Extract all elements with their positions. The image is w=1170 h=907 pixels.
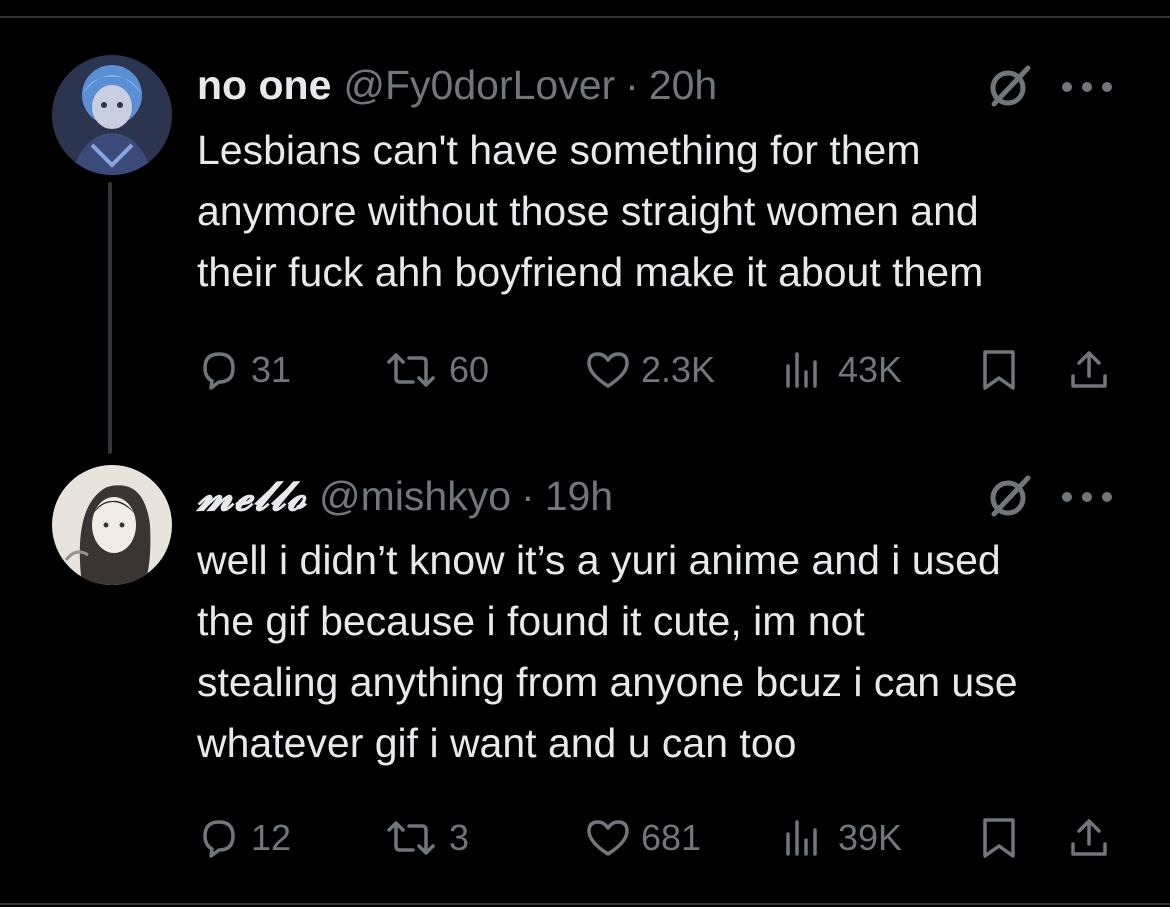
like-count: 681 xyxy=(641,817,702,858)
views-count: 43K xyxy=(838,349,903,390)
repost-button[interactable]: 60 xyxy=(383,346,489,394)
views-icon xyxy=(786,352,817,388)
user-handle[interactable]: @mishkyo xyxy=(319,473,511,520)
like-button[interactable]: 2.3K xyxy=(585,346,715,394)
tweet-text: Lesbians can't have something for them a… xyxy=(197,127,984,295)
display-name[interactable]: 𝓶𝓮𝓵𝓵𝓸 xyxy=(197,472,307,521)
action-bar: 31 60 2.3K 43K xyxy=(197,346,1127,394)
heart-icon xyxy=(587,820,629,856)
avatar-image xyxy=(52,55,172,175)
reply-button[interactable]: 31 xyxy=(197,346,291,394)
timestamp[interactable]: 20h xyxy=(649,62,717,109)
repost-count: 3 xyxy=(449,817,470,858)
more-icon[interactable] xyxy=(1062,490,1112,504)
reply-count: 31 xyxy=(251,349,292,390)
like-button[interactable]: 681 xyxy=(585,814,701,862)
bookmark-button[interactable] xyxy=(979,814,1029,862)
tweet-header: no one @Fy0dorLover · 20h xyxy=(197,62,717,112)
grok-icon[interactable] xyxy=(986,472,1034,520)
share-icon xyxy=(1071,351,1107,388)
share-button[interactable] xyxy=(1067,814,1121,862)
bottom-divider xyxy=(0,903,1170,905)
tweet-text: well i didn’t know it’s a yuri anime and… xyxy=(197,537,1018,766)
bookmark-icon xyxy=(983,350,1015,390)
reply-icon xyxy=(203,352,235,390)
grok-icon[interactable] xyxy=(986,62,1034,110)
bookmark-icon xyxy=(983,818,1015,858)
thread-connector-line xyxy=(108,182,112,454)
views-button[interactable]: 39K xyxy=(782,814,902,862)
repost-icon xyxy=(387,821,435,855)
like-count: 2.3K xyxy=(641,349,716,390)
avatar[interactable] xyxy=(52,55,172,175)
reply-button[interactable]: 12 xyxy=(197,814,291,862)
user-handle[interactable]: @Fy0dorLover xyxy=(343,62,615,109)
views-count: 39K xyxy=(838,817,903,858)
repost-count: 60 xyxy=(449,349,490,390)
repost-button[interactable]: 3 xyxy=(383,814,469,862)
avatar[interactable] xyxy=(52,465,172,585)
views-button[interactable]: 43K xyxy=(782,346,902,394)
action-bar: 12 3 681 39K xyxy=(197,814,1127,862)
display-name[interactable]: no one xyxy=(197,62,331,109)
reply-count: 12 xyxy=(251,817,292,858)
reply-icon xyxy=(203,820,235,858)
tweet-header: 𝓶𝓮𝓵𝓵𝓸 @mishkyo · 19h xyxy=(197,472,613,522)
top-divider xyxy=(0,16,1170,18)
views-icon xyxy=(786,820,817,856)
repost-icon xyxy=(387,353,435,387)
timestamp[interactable]: 19h xyxy=(545,473,613,520)
more-icon[interactable] xyxy=(1062,80,1112,94)
heart-icon xyxy=(587,352,629,388)
share-icon xyxy=(1071,819,1107,856)
bookmark-button[interactable] xyxy=(979,346,1029,394)
separator-dot: · xyxy=(625,62,639,108)
avatar-image xyxy=(52,465,172,585)
share-button[interactable] xyxy=(1067,346,1121,394)
separator-dot: · xyxy=(521,473,535,519)
